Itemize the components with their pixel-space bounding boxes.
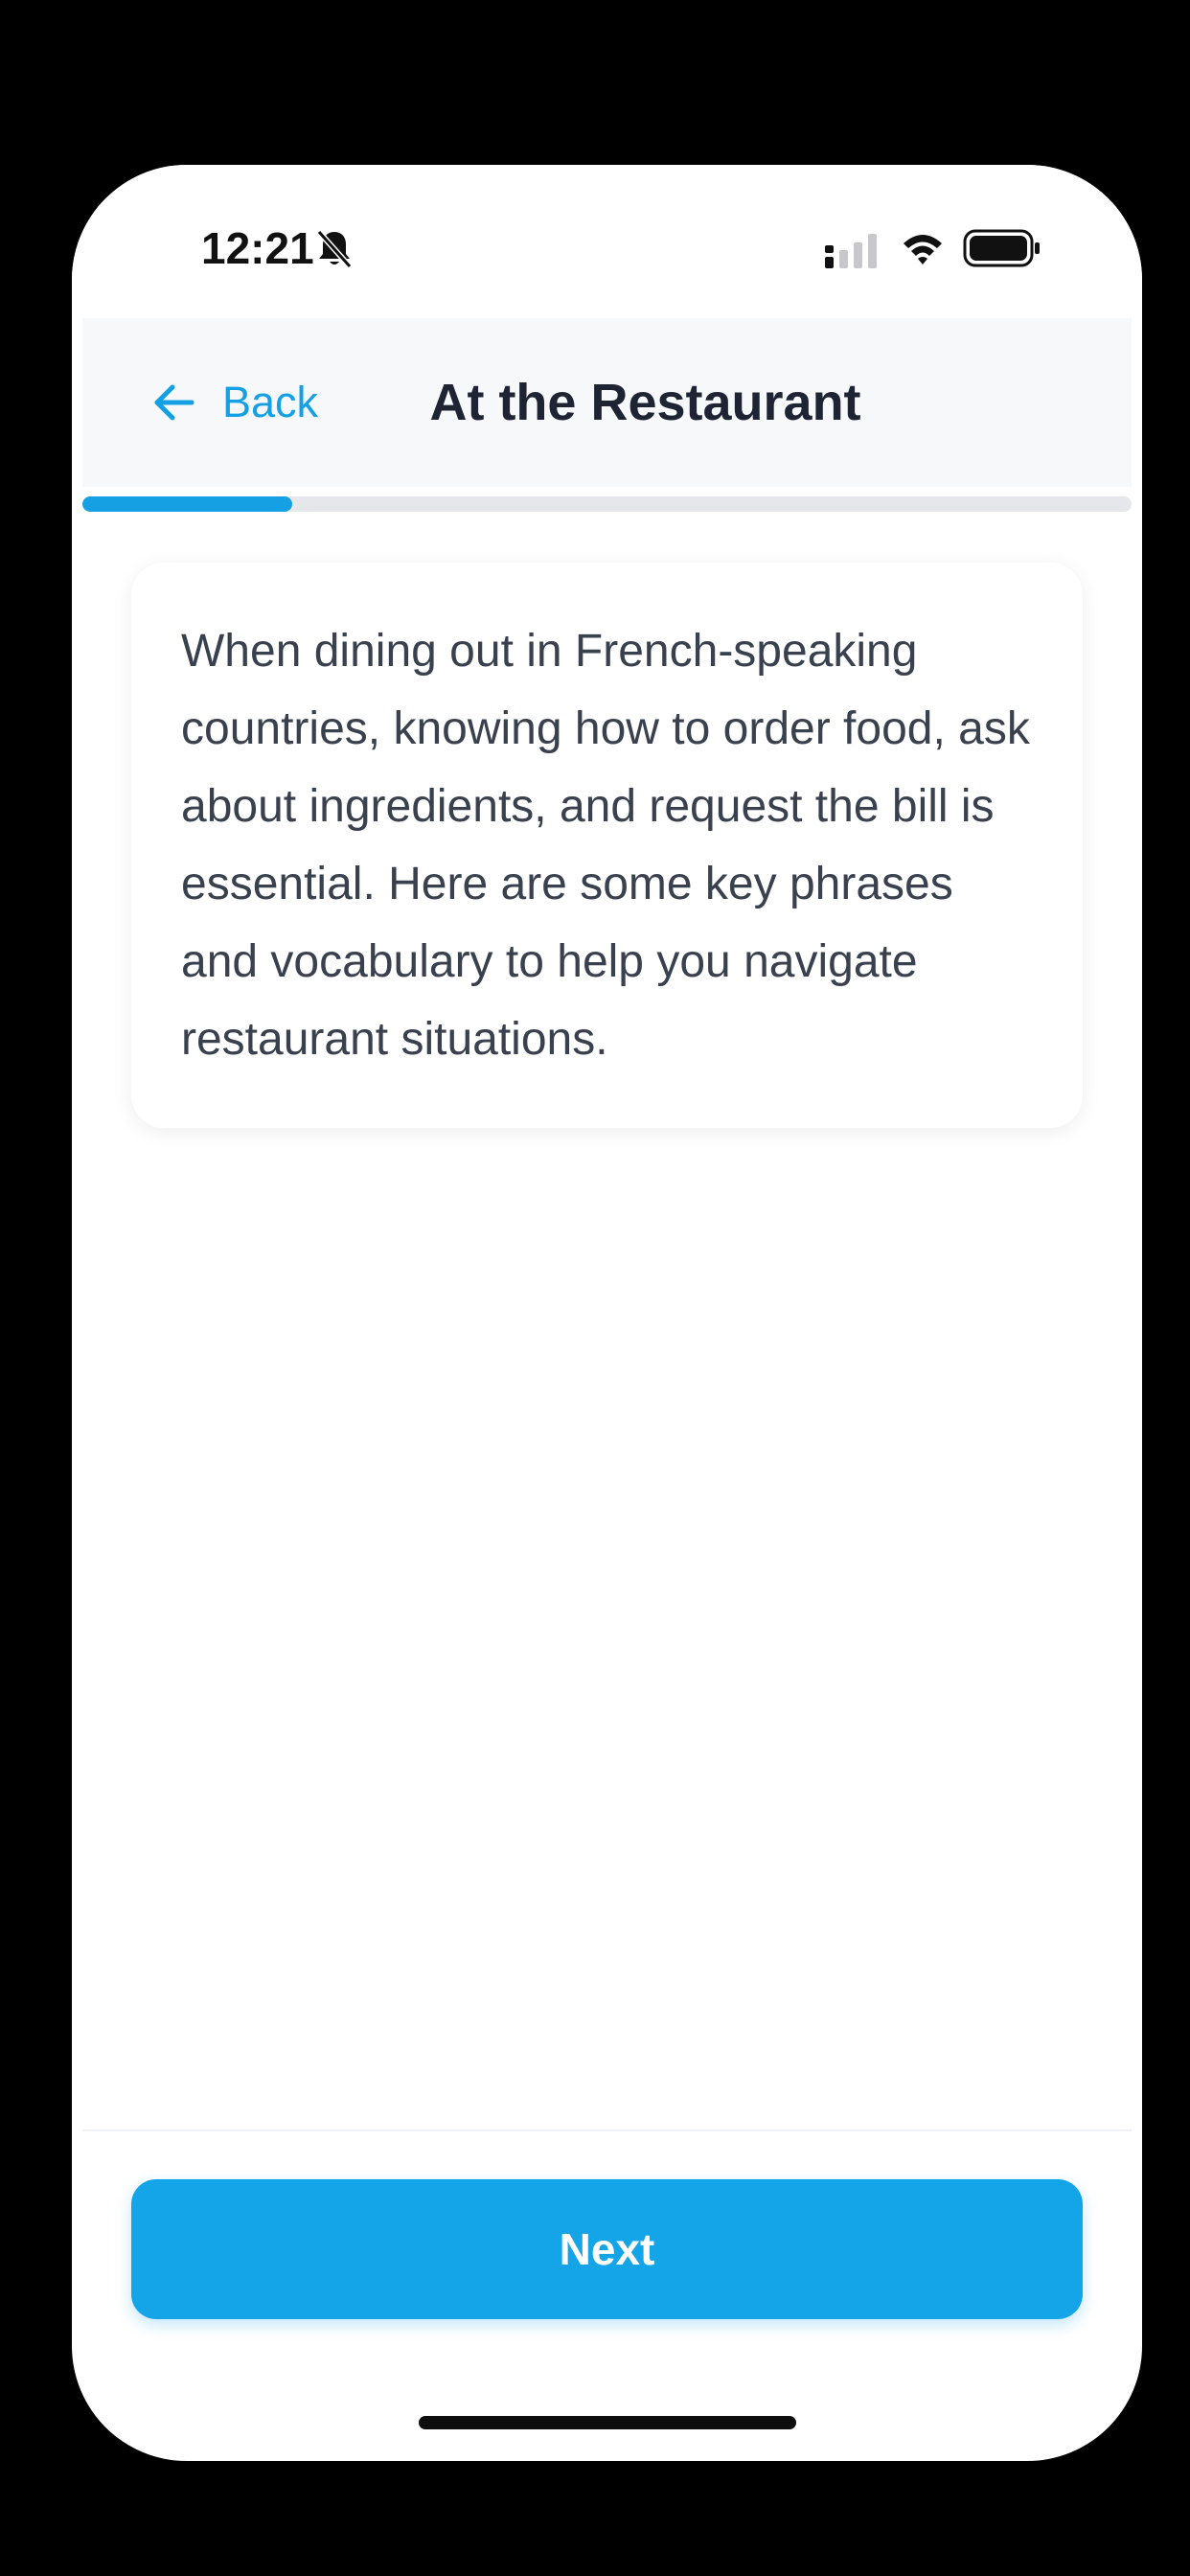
lesson-intro-text: When dining out in French-speaking count… bbox=[181, 626, 1030, 1065]
bell-slash-icon bbox=[316, 230, 353, 268]
next-button[interactable]: Next bbox=[131, 2179, 1083, 2319]
phone-screen: 12:21 At the Restaurant Back When dining… bbox=[72, 165, 1142, 2461]
wifi-icon bbox=[904, 235, 942, 264]
status-time: 12:21 bbox=[201, 223, 314, 273]
lesson-progress-fill bbox=[82, 496, 292, 512]
arrow-left-icon bbox=[154, 384, 195, 421]
lesson-progress-bar bbox=[82, 496, 1132, 512]
battery-icon bbox=[963, 229, 1040, 267]
home-indicator[interactable] bbox=[419, 2416, 796, 2429]
lesson-content-card: When dining out in French-speaking count… bbox=[131, 563, 1083, 1128]
lesson-header: At the Restaurant Back bbox=[82, 318, 1132, 487]
back-label: Back bbox=[222, 378, 319, 426]
status-bar: 12:21 bbox=[72, 165, 1142, 318]
signal-icon bbox=[825, 234, 877, 268]
back-button[interactable]: Back bbox=[151, 318, 318, 487]
